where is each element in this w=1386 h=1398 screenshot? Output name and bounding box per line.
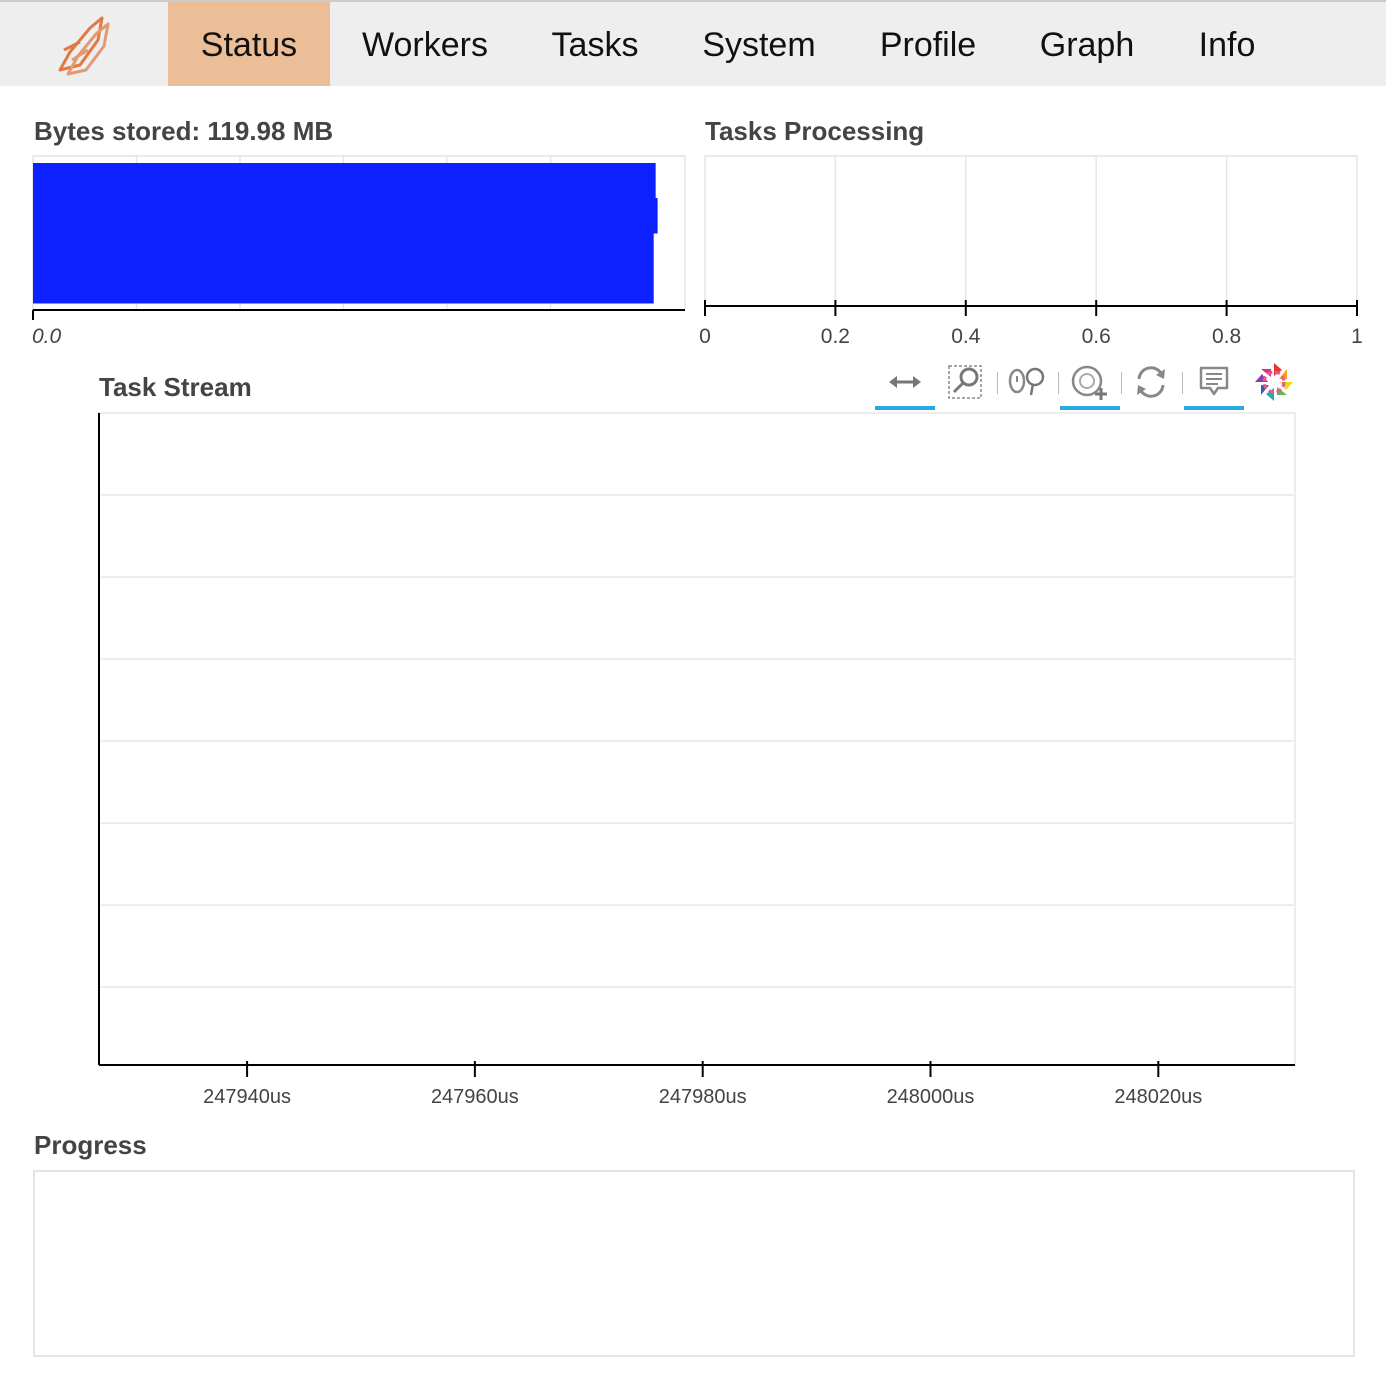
bokeh-logo-icon[interactable]: [1244, 358, 1304, 406]
tasks-processing-title: Tasks Processing: [705, 116, 925, 146]
bytes-stored-tick-label: 0.0: [32, 325, 62, 348]
nav-tab-graph[interactable]: Graph: [1018, 2, 1156, 86]
nav-tab-info[interactable]: Info: [1176, 2, 1278, 86]
bytes-stored-chart[interactable]: 0.0: [20, 150, 700, 360]
tasks-processing-tick-label: 0: [699, 325, 711, 348]
task-stream-tick-label: 247960us: [431, 1086, 519, 1108]
progress-title: Progress: [34, 1130, 147, 1160]
tasks-processing-ticks: 0 0.2 0.4 0.6 0.8 1: [699, 300, 1363, 348]
task-stream-plot-frame: [98, 412, 1296, 1066]
bytes-stored-bars: [33, 163, 658, 304]
nav-tab-status[interactable]: Status: [168, 2, 330, 86]
task-stream-tick-label: 248000us: [887, 1086, 975, 1108]
progress-panel[interactable]: [33, 1170, 1355, 1357]
toolbar-divider: [1058, 372, 1059, 394]
bytes-stored-bar: [33, 233, 654, 269]
tasks-processing-tick-label: 1: [1351, 325, 1363, 348]
toolbar-divider: [1182, 372, 1183, 394]
nav-tab-profile[interactable]: Profile: [858, 2, 998, 86]
reset-icon[interactable]: [1121, 358, 1181, 406]
nav-tab-tasks[interactable]: Tasks: [530, 2, 660, 86]
bytes-stored-bar: [33, 163, 656, 199]
nav-tab-system[interactable]: System: [680, 2, 838, 86]
task-stream-tick-label: 247980us: [659, 1086, 747, 1108]
task-stream-tick-label: 247940us: [203, 1086, 291, 1108]
tap-icon[interactable]: [1060, 358, 1120, 410]
tasks-processing-tick-label: 0.8: [1212, 325, 1241, 348]
nav-tab-workers[interactable]: Workers: [340, 2, 510, 86]
box-zoom-icon[interactable]: [935, 358, 995, 406]
tasks-processing-plot-frame: [704, 155, 1358, 307]
bytes-stored-bar: [33, 198, 658, 234]
navbar: Status Workers Tasks System Profile Grap…: [0, 0, 1386, 86]
tasks-processing-tick-label: 0.2: [821, 325, 850, 348]
dask-logo-icon[interactable]: [50, 10, 118, 82]
tasks-processing-chart[interactable]: 0 0.2 0.4 0.6 0.8 1: [690, 150, 1380, 360]
wheel-zoom-icon[interactable]: [997, 358, 1057, 406]
task-stream-tick-label: 248020us: [1114, 1086, 1202, 1108]
tasks-processing-tick-label: 0.6: [1082, 325, 1111, 348]
hover-icon[interactable]: [1184, 358, 1244, 410]
tasks-processing-tick-label: 0.4: [951, 325, 981, 348]
task-stream-chart[interactable]: 247940us 247960us 247980us 248000us 248020us: [80, 405, 1320, 1117]
task-stream-title: Task Stream: [99, 372, 252, 402]
bytes-stored-bar: [33, 268, 654, 304]
task-stream-ticks: 247940us 247960us 247980us 248000us 248020us: [203, 1061, 1202, 1108]
bytes-stored-title: Bytes stored: 119.98 MB: [34, 116, 334, 146]
pan-horizontal-icon[interactable]: [875, 358, 935, 410]
